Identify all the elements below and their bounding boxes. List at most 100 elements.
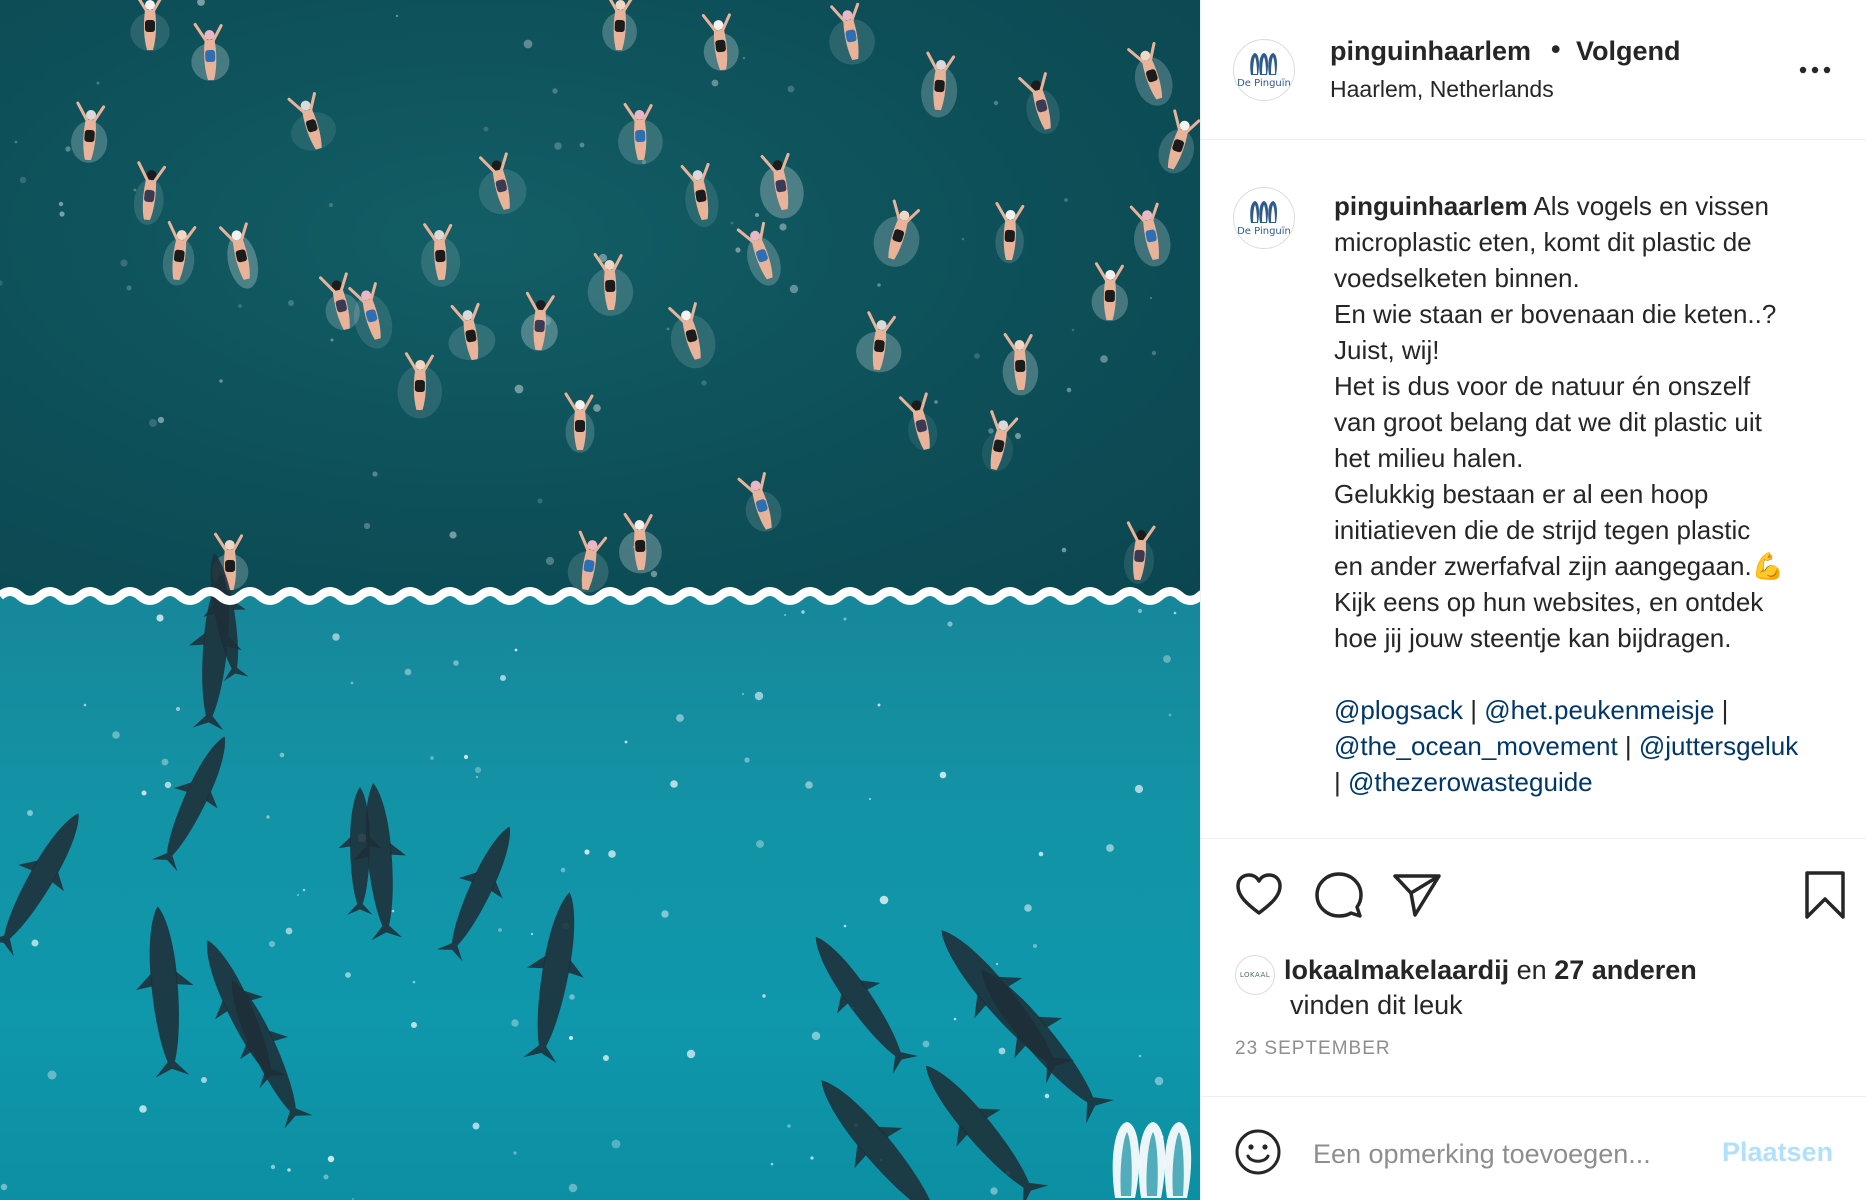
water-sparkle [579,142,585,148]
caption-line: Juist, wij! [1334,335,1440,365]
water-sparkle [811,1031,821,1041]
author-username[interactable]: pinguinhaarlem [1330,36,1531,67]
water-sparkle [498,928,502,932]
mention-juttersgeluk[interactable]: @juttersgeluk [1639,731,1798,761]
comment-icon[interactable] [1313,869,1365,921]
swimmer-figure [873,199,920,267]
others-count-link[interactable]: 27 anderen [1554,955,1697,985]
caption-mentions-line: @the_ocean_movement | @juttersgeluk [1334,728,1854,764]
mention-the-ocean-movement[interactable]: @the_ocean_movement [1334,731,1618,761]
water-sparkle [711,79,719,87]
water-sparkle [96,81,100,85]
water-sparkle [843,617,847,621]
dolphin-figure [151,736,226,872]
dolphin-figure [436,826,511,962]
water-sparkle [14,140,18,144]
post-date[interactable]: 23 SEPTEMBER [1235,1038,1391,1060]
caption-line: en ander zwerfafval zijn aangegaan.💪 [1334,548,1854,584]
water-sparkle [650,570,658,578]
mention-separator: | [1463,695,1485,725]
water-sparkle [237,303,243,309]
swimmer-figure [899,392,938,451]
swimmer-figure [478,152,527,215]
penguins-avatar-icon [1250,201,1277,223]
water-sparkle [735,247,741,253]
swimmer-figure [219,222,259,289]
dolphin-figure [136,906,194,1078]
send-icon[interactable] [1391,869,1443,921]
water-sparkle [285,927,293,935]
water-sparkle [554,142,562,150]
water-sparkle [593,404,601,412]
water-sparkle [877,703,881,707]
post-image[interactable] [0,0,1200,1200]
mention-plogsack[interactable]: @plogsack [1334,695,1463,725]
caption-author-avatar[interactable]: De Pinguïn [1233,187,1295,249]
water-sparkle [1024,904,1032,912]
water-sparkle [474,766,482,774]
water-sparkle [395,14,399,18]
action-bar [1201,838,1866,948]
dolphin-figure [926,1065,1049,1200]
water-sparkle [560,867,566,873]
water-sparkle [201,1077,207,1083]
water-sparkle [1137,608,1143,614]
swimmer-figure [1002,333,1039,396]
mention-separator: | [1714,695,1729,725]
more-options-icon[interactable] [1797,52,1833,88]
swimmer-figure [567,530,609,593]
water-sparkle [569,1036,573,1040]
water-sparkle [270,1164,276,1170]
swimmer-figure [829,2,875,65]
caption-text: pinguinhaarlem Als vogels en vissen micr… [1334,188,1854,800]
mention-het-peukenmeisje[interactable]: @het.peukenmeisje [1484,695,1714,725]
swimmer-figure [680,162,719,228]
water-sparkle [31,939,39,947]
post-panel: De Pinguïn pinguinhaarlem • Volgend Haar… [1200,0,1866,1200]
water-sparkle [47,1070,57,1080]
water-sparkle [1151,350,1157,356]
likes-suffix: vinden dit leuk [1290,990,1463,1020]
smiley-icon[interactable] [1233,1127,1283,1177]
bookmark-icon[interactable] [1799,869,1851,921]
post-comment-button[interactable]: Plaatsen [1722,1137,1833,1168]
penguins-logo-icon [1112,1122,1192,1198]
water-sparkle [787,85,795,93]
water-sparkle [742,56,746,60]
following-button[interactable]: Volgend [1576,36,1681,67]
swimmer-figure [736,221,781,286]
water-sparkle [789,284,799,294]
water-sparkle [741,692,745,696]
water-sparkle [1134,784,1144,794]
water-sparkle [133,188,137,192]
dolphin-figure [815,936,919,1074]
water-sparkle [296,893,300,897]
caption-line: En wie staan er bovenaan die keten..? [1334,299,1777,329]
liker-username[interactable]: lokaalmakelaardij [1284,955,1509,985]
author-avatar[interactable]: De Pinguïn [1233,39,1295,101]
water-sparkle [755,213,759,217]
water-sparkle [463,754,469,760]
water-sparkle [327,1155,335,1163]
liker-avatar[interactable]: LOKAAL [1235,955,1275,995]
water-sparkle [961,237,965,241]
heart-icon[interactable] [1233,869,1285,921]
water-sparkle [266,815,270,819]
water-sparkle [569,994,575,1000]
water-sparkle [701,380,707,386]
water-sparkle [345,972,351,978]
water-sparkle [624,740,628,744]
swimmer-figure [587,253,634,316]
mention-separator: | [1334,767,1348,797]
comment-input[interactable] [1311,1131,1715,1177]
caption-username[interactable]: pinguinhaarlem [1334,191,1528,221]
post-location[interactable]: Haarlem, Netherlands [1330,76,1554,103]
water-sparkle [161,758,169,766]
swimmer-figure [421,223,461,287]
water-sparkle [530,932,534,936]
mention-thezerowasteguide[interactable]: @thezerowasteguide [1348,767,1593,797]
water-sparkle [330,338,334,342]
swimmer-figure [668,302,716,369]
water-sparkle [1038,851,1044,857]
